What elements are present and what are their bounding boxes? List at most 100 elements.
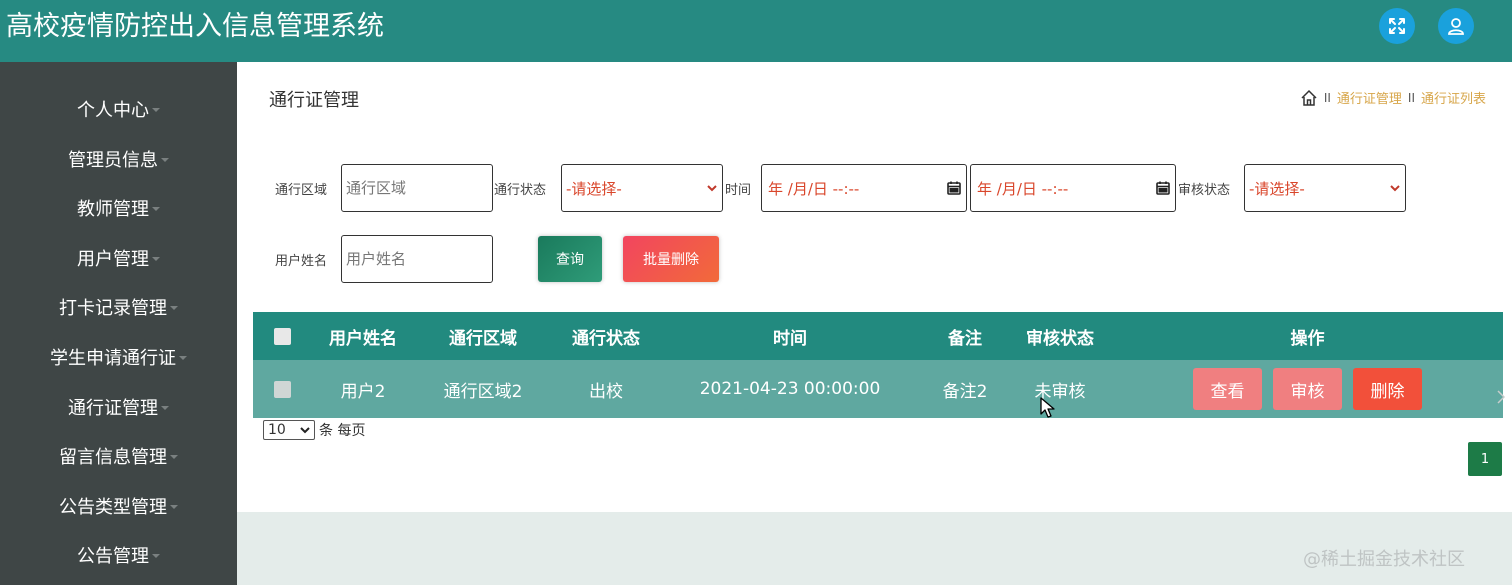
- cell-area: 通行区域2: [443, 381, 523, 402]
- time-end-value: 年 /月/日 --:--: [977, 179, 1069, 198]
- sidebar-item-checkin-records[interactable]: 打卡记录管理: [0, 287, 237, 327]
- sidebar-item-label: 公告管理: [77, 546, 149, 567]
- caret-down-icon: [179, 356, 187, 360]
- chevron-down-icon: [707, 185, 717, 192]
- caret-down-icon: [152, 108, 160, 112]
- caret-down-icon: [161, 158, 169, 162]
- caret-down-icon: [152, 554, 160, 558]
- review-status-select-value: -请选择-: [1249, 179, 1305, 198]
- sidebar-item-label: 教师管理: [77, 199, 149, 220]
- page-size-select[interactable]: 10: [263, 420, 315, 440]
- table-header: 用户姓名 通行区域 通行状态 时间 备注 审核状态 操作: [253, 312, 1503, 360]
- breadcrumb-item-pass-list[interactable]: 通行证列表: [1421, 88, 1486, 107]
- sidebar-item-notice-type-management[interactable]: 公告类型管理: [0, 486, 237, 526]
- batch-delete-button[interactable]: 批量删除: [623, 236, 719, 282]
- page-button-1[interactable]: 1: [1468, 442, 1502, 476]
- chevron-down-icon: [300, 427, 310, 434]
- home-icon[interactable]: [1300, 89, 1318, 107]
- area-input-wrapper: [341, 164, 493, 212]
- cell-review-status: 未审核: [1034, 381, 1086, 402]
- fullscreen-button[interactable]: [1379, 8, 1415, 44]
- cell-time: 2021-04-23 00:00:00: [699, 379, 881, 399]
- chevron-right-icon[interactable]: [1497, 390, 1505, 404]
- user-name-input-wrapper: [341, 235, 493, 283]
- review-button[interactable]: 审核: [1273, 368, 1342, 410]
- status-select-value: -请选择-: [566, 179, 622, 198]
- breadcrumb-item-pass-management[interactable]: 通行证管理: [1337, 88, 1402, 107]
- user-name-input[interactable]: [346, 250, 488, 268]
- row-select-cell: [271, 360, 293, 418]
- select-all-cell: [271, 312, 293, 360]
- status-label: 通行状态: [494, 183, 547, 198]
- page-size-value: 10: [268, 422, 286, 438]
- column-header-actions: 操作: [1290, 328, 1325, 349]
- breadcrumb-separator: II: [1407, 90, 1415, 105]
- column-header-remark[interactable]: 备注: [925, 312, 1005, 360]
- sidebar-item-label: 学生申请通行证: [50, 348, 176, 369]
- area-label: 通行区域: [275, 183, 328, 198]
- app-title: 高校疫情防控出入信息管理系统: [6, 11, 384, 42]
- watermark: @稀土掘金技术社区: [1303, 549, 1465, 570]
- sidebar-item-admin-info[interactable]: 管理员信息: [0, 139, 237, 179]
- page-size-suffix: 条 每页: [319, 423, 366, 439]
- column-header-area[interactable]: 通行区域: [433, 312, 533, 360]
- calendar-icon[interactable]: [1155, 180, 1171, 196]
- sidebar-item-pass-management[interactable]: 通行证管理: [0, 387, 237, 427]
- time-label: 时间: [725, 183, 752, 198]
- column-header-user-name[interactable]: 用户姓名: [313, 312, 413, 360]
- cell-status: 出校: [589, 381, 623, 402]
- sidebar-item-student-pass-apply[interactable]: 学生申请通行证: [0, 337, 237, 377]
- time-end-input[interactable]: 年 /月/日 --:--: [970, 164, 1176, 212]
- sidebar-item-label: 个人中心: [77, 100, 149, 121]
- breadcrumb: II 通行证管理 II 通行证列表: [1300, 88, 1486, 107]
- select-all-checkbox[interactable]: [273, 327, 291, 345]
- table-row: 用户2 通行区域2 出校 2021-04-23 00:00:00 备注2 未审核…: [253, 360, 1503, 418]
- review-status-select[interactable]: -请选择-: [1244, 164, 1406, 212]
- caret-down-icon: [152, 207, 160, 211]
- cell-user-name: 用户2: [340, 381, 386, 402]
- sidebar-item-label: 管理员信息: [68, 150, 158, 171]
- delete-button[interactable]: 删除: [1353, 368, 1422, 410]
- sidebar-item-notice-management[interactable]: 公告管理: [0, 535, 237, 575]
- status-select[interactable]: -请选择-: [561, 164, 723, 212]
- user-name-label: 用户姓名: [275, 254, 328, 269]
- sidebar-item-message-management[interactable]: 留言信息管理: [0, 436, 237, 476]
- caret-down-icon: [170, 306, 178, 310]
- calendar-icon[interactable]: [946, 180, 962, 196]
- mouse-cursor-icon: [1040, 397, 1055, 418]
- search-button[interactable]: 查询: [538, 236, 602, 282]
- fullscreen-icon: [1389, 18, 1405, 34]
- sidebar-item-user-management[interactable]: 用户管理: [0, 238, 237, 278]
- sidebar-item-label: 打卡记录管理: [59, 298, 167, 319]
- caret-down-icon: [161, 406, 169, 410]
- sidebar-item-label: 用户管理: [77, 249, 149, 270]
- area-input[interactable]: [346, 179, 488, 197]
- sidebar-item-personal-center[interactable]: 个人中心: [0, 89, 237, 129]
- breadcrumb-separator: II: [1323, 90, 1331, 105]
- caret-down-icon: [170, 455, 178, 459]
- cell-remark: 备注2: [942, 381, 988, 402]
- sidebar-item-label: 通行证管理: [68, 398, 158, 419]
- row-checkbox[interactable]: [273, 380, 291, 398]
- page-size-control: 10 条 每页: [263, 420, 365, 440]
- time-start-value: 年 /月/日 --:--: [768, 179, 860, 198]
- sidebar-item-teacher-management[interactable]: 教师管理: [0, 188, 237, 228]
- sidebar-item-label: 留言信息管理: [59, 447, 167, 468]
- time-start-input[interactable]: 年 /月/日 --:--: [761, 164, 967, 212]
- view-button[interactable]: 查看: [1193, 368, 1262, 410]
- column-header-time[interactable]: 时间: [690, 312, 890, 360]
- page-title: 通行证管理: [269, 90, 359, 111]
- pass-table: 用户姓名 通行区域 通行状态 时间 备注 审核状态 操作 用户2 通行区域2 出…: [253, 312, 1505, 418]
- column-header-review-status[interactable]: 审核状态: [1010, 312, 1110, 360]
- sidebar-item-label: 公告类型管理: [59, 497, 167, 518]
- review-status-label: 审核状态: [1178, 183, 1231, 198]
- caret-down-icon: [152, 257, 160, 261]
- caret-down-icon: [170, 505, 178, 509]
- top-header: 高校疫情防控出入信息管理系统: [0, 0, 1512, 62]
- main-panel: 通行证管理 II 通行证管理 II 通行证列表 通行区域 通行状态 -请选择- …: [237, 62, 1512, 512]
- column-header-status[interactable]: 通行状态: [556, 312, 656, 360]
- sidebar: 个人中心 管理员信息 教师管理 用户管理 打卡记录管理 学生申请通行证 通行证管…: [0, 62, 237, 585]
- chevron-down-icon: [1390, 185, 1400, 192]
- user-button[interactable]: [1438, 8, 1474, 44]
- user-icon: [1448, 18, 1464, 35]
